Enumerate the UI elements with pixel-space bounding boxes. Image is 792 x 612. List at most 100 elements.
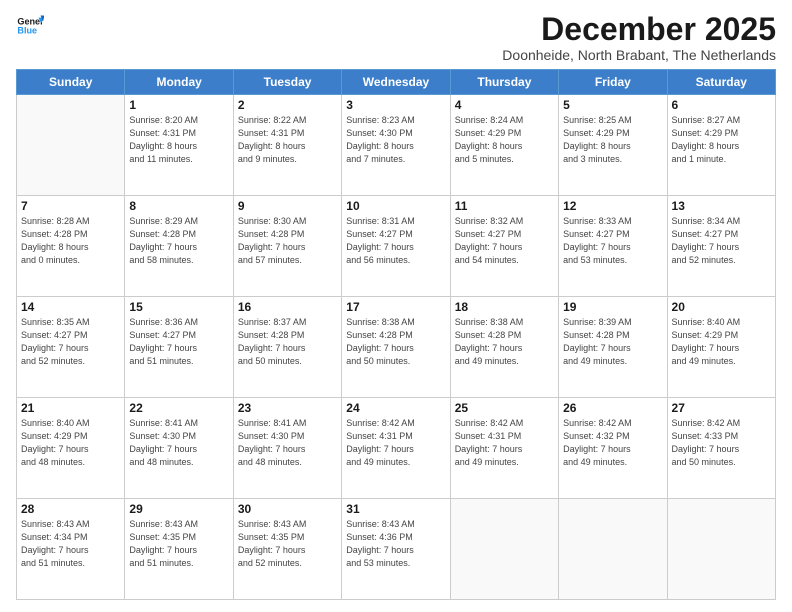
header-monday: Monday <box>125 70 233 95</box>
day-number: 19 <box>563 300 662 314</box>
header-sunday: Sunday <box>17 70 125 95</box>
day-info: Sunrise: 8:35 AMSunset: 4:27 PMDaylight:… <box>21 316 120 368</box>
day-info: Sunrise: 8:36 AMSunset: 4:27 PMDaylight:… <box>129 316 228 368</box>
weekday-header-row: Sunday Monday Tuesday Wednesday Thursday… <box>17 70 776 95</box>
day-number: 20 <box>672 300 771 314</box>
day-info: Sunrise: 8:38 AMSunset: 4:28 PMDaylight:… <box>346 316 445 368</box>
day-info: Sunrise: 8:42 AMSunset: 4:31 PMDaylight:… <box>455 417 554 469</box>
calendar-week-row: 21 Sunrise: 8:40 AMSunset: 4:29 PMDayligh… <box>17 398 776 499</box>
calendar-week-row: 28 Sunrise: 8:43 AMSunset: 4:34 PMDayligh… <box>17 499 776 600</box>
svg-text:Blue: Blue <box>17 26 37 36</box>
day-number: 4 <box>455 98 554 112</box>
day-info: Sunrise: 8:38 AMSunset: 4:28 PMDaylight:… <box>455 316 554 368</box>
calendar-table: Sunday Monday Tuesday Wednesday Thursday… <box>16 69 776 600</box>
day-info: Sunrise: 8:25 AMSunset: 4:29 PMDaylight:… <box>563 114 662 166</box>
calendar-cell: 1Sunrise: 8:20 AMSunset: 4:31 PMDaylight… <box>125 95 233 196</box>
calendar-cell: 18 Sunrise: 8:38 AMSunset: 4:28 PMDayligh… <box>450 297 558 398</box>
day-number: 5 <box>563 98 662 112</box>
calendar-week-row: 7 Sunrise: 8:28 AMSunset: 4:28 PMDaylight… <box>17 196 776 297</box>
day-info: Sunrise: 8:24 AMSunset: 4:29 PMDaylight:… <box>455 114 554 166</box>
day-number: 27 <box>672 401 771 415</box>
calendar-cell: 23Sunrise: 8:41 AMSunset: 4:30 PMDayligh… <box>233 398 341 499</box>
day-number: 2 <box>238 98 337 112</box>
day-info: Sunrise: 8:23 AMSunset: 4:30 PMDaylight:… <box>346 114 445 166</box>
header-saturday: Saturday <box>667 70 775 95</box>
calendar-cell: 17 Sunrise: 8:38 AMSunset: 4:28 PMDayligh… <box>342 297 450 398</box>
header-thursday: Thursday <box>450 70 558 95</box>
day-number: 7 <box>21 199 120 213</box>
day-number: 3 <box>346 98 445 112</box>
day-number: 28 <box>21 502 120 516</box>
calendar-cell <box>450 499 558 600</box>
day-number: 17 <box>346 300 445 314</box>
calendar-cell: 11Sunrise: 8:32 AMSunset: 4:27 PMDayligh… <box>450 196 558 297</box>
calendar-cell: 3 Sunrise: 8:23 AMSunset: 4:30 PMDaylight… <box>342 95 450 196</box>
calendar-cell: 25 Sunrise: 8:42 AMSunset: 4:31 PMDayligh… <box>450 398 558 499</box>
day-number: 6 <box>672 98 771 112</box>
day-info: Sunrise: 8:31 AMSunset: 4:27 PMDaylight:… <box>346 215 445 267</box>
calendar-cell <box>17 95 125 196</box>
day-info: Sunrise: 8:22 AMSunset: 4:31 PMDaylight:… <box>238 114 337 166</box>
day-info: Sunrise: 8:42 AMSunset: 4:31 PMDaylight:… <box>346 417 445 469</box>
calendar-cell: 20 Sunrise: 8:40 AMSunset: 4:29 PMDayligh… <box>667 297 775 398</box>
day-number: 18 <box>455 300 554 314</box>
day-number: 26 <box>563 401 662 415</box>
day-number: 10 <box>346 199 445 213</box>
calendar-cell: 22 Sunrise: 8:41 AMSunset: 4:30 PMDayligh… <box>125 398 233 499</box>
day-info: Sunrise: 8:28 AMSunset: 4:28 PMDaylight:… <box>21 215 120 267</box>
calendar-cell: 16Sunrise: 8:37 AMSunset: 4:28 PMDayligh… <box>233 297 341 398</box>
logo: General Blue <box>16 12 44 40</box>
day-info: Sunrise: 8:43 AMSunset: 4:35 PMDaylight:… <box>238 518 337 570</box>
calendar-cell <box>559 499 667 600</box>
day-info: Sunrise: 8:32 AMSunset: 4:27 PMDaylight:… <box>455 215 554 267</box>
calendar-week-row: 14Sunrise: 8:35 AMSunset: 4:27 PMDayligh… <box>17 297 776 398</box>
title-block: December 2025 Doonheide, North Brabant, … <box>502 12 776 63</box>
calendar-cell <box>667 499 775 600</box>
header-friday: Friday <box>559 70 667 95</box>
day-number: 13 <box>672 199 771 213</box>
calendar-cell: 10 Sunrise: 8:31 AMSunset: 4:27 PMDayligh… <box>342 196 450 297</box>
calendar-cell: 4 Sunrise: 8:24 AMSunset: 4:29 PMDaylight… <box>450 95 558 196</box>
day-info: Sunrise: 8:34 AMSunset: 4:27 PMDaylight:… <box>672 215 771 267</box>
month-title: December 2025 <box>502 12 776 47</box>
day-info: Sunrise: 8:27 AMSunset: 4:29 PMDaylight:… <box>672 114 771 166</box>
calendar-cell: 13 Sunrise: 8:34 AMSunset: 4:27 PMDayligh… <box>667 196 775 297</box>
day-info: Sunrise: 8:42 AMSunset: 4:33 PMDaylight:… <box>672 417 771 469</box>
day-number: 29 <box>129 502 228 516</box>
calendar-cell: 12Sunrise: 8:33 AMSunset: 4:27 PMDayligh… <box>559 196 667 297</box>
calendar-cell: 5 Sunrise: 8:25 AMSunset: 4:29 PMDaylight… <box>559 95 667 196</box>
day-info: Sunrise: 8:37 AMSunset: 4:28 PMDaylight:… <box>238 316 337 368</box>
day-info: Sunrise: 8:20 AMSunset: 4:31 PMDaylight:… <box>129 114 228 166</box>
day-number: 24 <box>346 401 445 415</box>
header-wednesday: Wednesday <box>342 70 450 95</box>
calendar-cell: 29 Sunrise: 8:43 AMSunset: 4:35 PMDayligh… <box>125 499 233 600</box>
day-info: Sunrise: 8:43 AMSunset: 4:36 PMDaylight:… <box>346 518 445 570</box>
logo-icon: General Blue <box>16 12 44 40</box>
day-number: 22 <box>129 401 228 415</box>
calendar-cell: 31Sunrise: 8:43 AMSunset: 4:36 PMDayligh… <box>342 499 450 600</box>
day-info: Sunrise: 8:43 AMSunset: 4:35 PMDaylight:… <box>129 518 228 570</box>
calendar-cell: 30Sunrise: 8:43 AMSunset: 4:35 PMDayligh… <box>233 499 341 600</box>
day-info: Sunrise: 8:42 AMSunset: 4:32 PMDaylight:… <box>563 417 662 469</box>
header-tuesday: Tuesday <box>233 70 341 95</box>
day-info: Sunrise: 8:39 AMSunset: 4:28 PMDaylight:… <box>563 316 662 368</box>
day-info: Sunrise: 8:30 AMSunset: 4:28 PMDaylight:… <box>238 215 337 267</box>
calendar-cell: 7 Sunrise: 8:28 AMSunset: 4:28 PMDaylight… <box>17 196 125 297</box>
day-info: Sunrise: 8:40 AMSunset: 4:29 PMDaylight:… <box>672 316 771 368</box>
day-number: 25 <box>455 401 554 415</box>
calendar-cell: 8Sunrise: 8:29 AMSunset: 4:28 PMDaylight… <box>125 196 233 297</box>
day-number: 21 <box>21 401 120 415</box>
page: General Blue December 2025 Doonheide, No… <box>0 0 792 612</box>
calendar-cell: 6 Sunrise: 8:27 AMSunset: 4:29 PMDaylight… <box>667 95 775 196</box>
day-number: 9 <box>238 199 337 213</box>
calendar-cell: 2 Sunrise: 8:22 AMSunset: 4:31 PMDaylight… <box>233 95 341 196</box>
calendar-cell: 28 Sunrise: 8:43 AMSunset: 4:34 PMDayligh… <box>17 499 125 600</box>
calendar-cell: 27 Sunrise: 8:42 AMSunset: 4:33 PMDayligh… <box>667 398 775 499</box>
day-info: Sunrise: 8:41 AMSunset: 4:30 PMDaylight:… <box>129 417 228 469</box>
day-info: Sunrise: 8:40 AMSunset: 4:29 PMDaylight:… <box>21 417 120 469</box>
day-info: Sunrise: 8:33 AMSunset: 4:27 PMDaylight:… <box>563 215 662 267</box>
calendar-cell: 24 Sunrise: 8:42 AMSunset: 4:31 PMDayligh… <box>342 398 450 499</box>
day-number: 8 <box>129 199 228 213</box>
calendar-week-row: 1Sunrise: 8:20 AMSunset: 4:31 PMDaylight… <box>17 95 776 196</box>
day-info: Sunrise: 8:43 AMSunset: 4:34 PMDaylight:… <box>21 518 120 570</box>
